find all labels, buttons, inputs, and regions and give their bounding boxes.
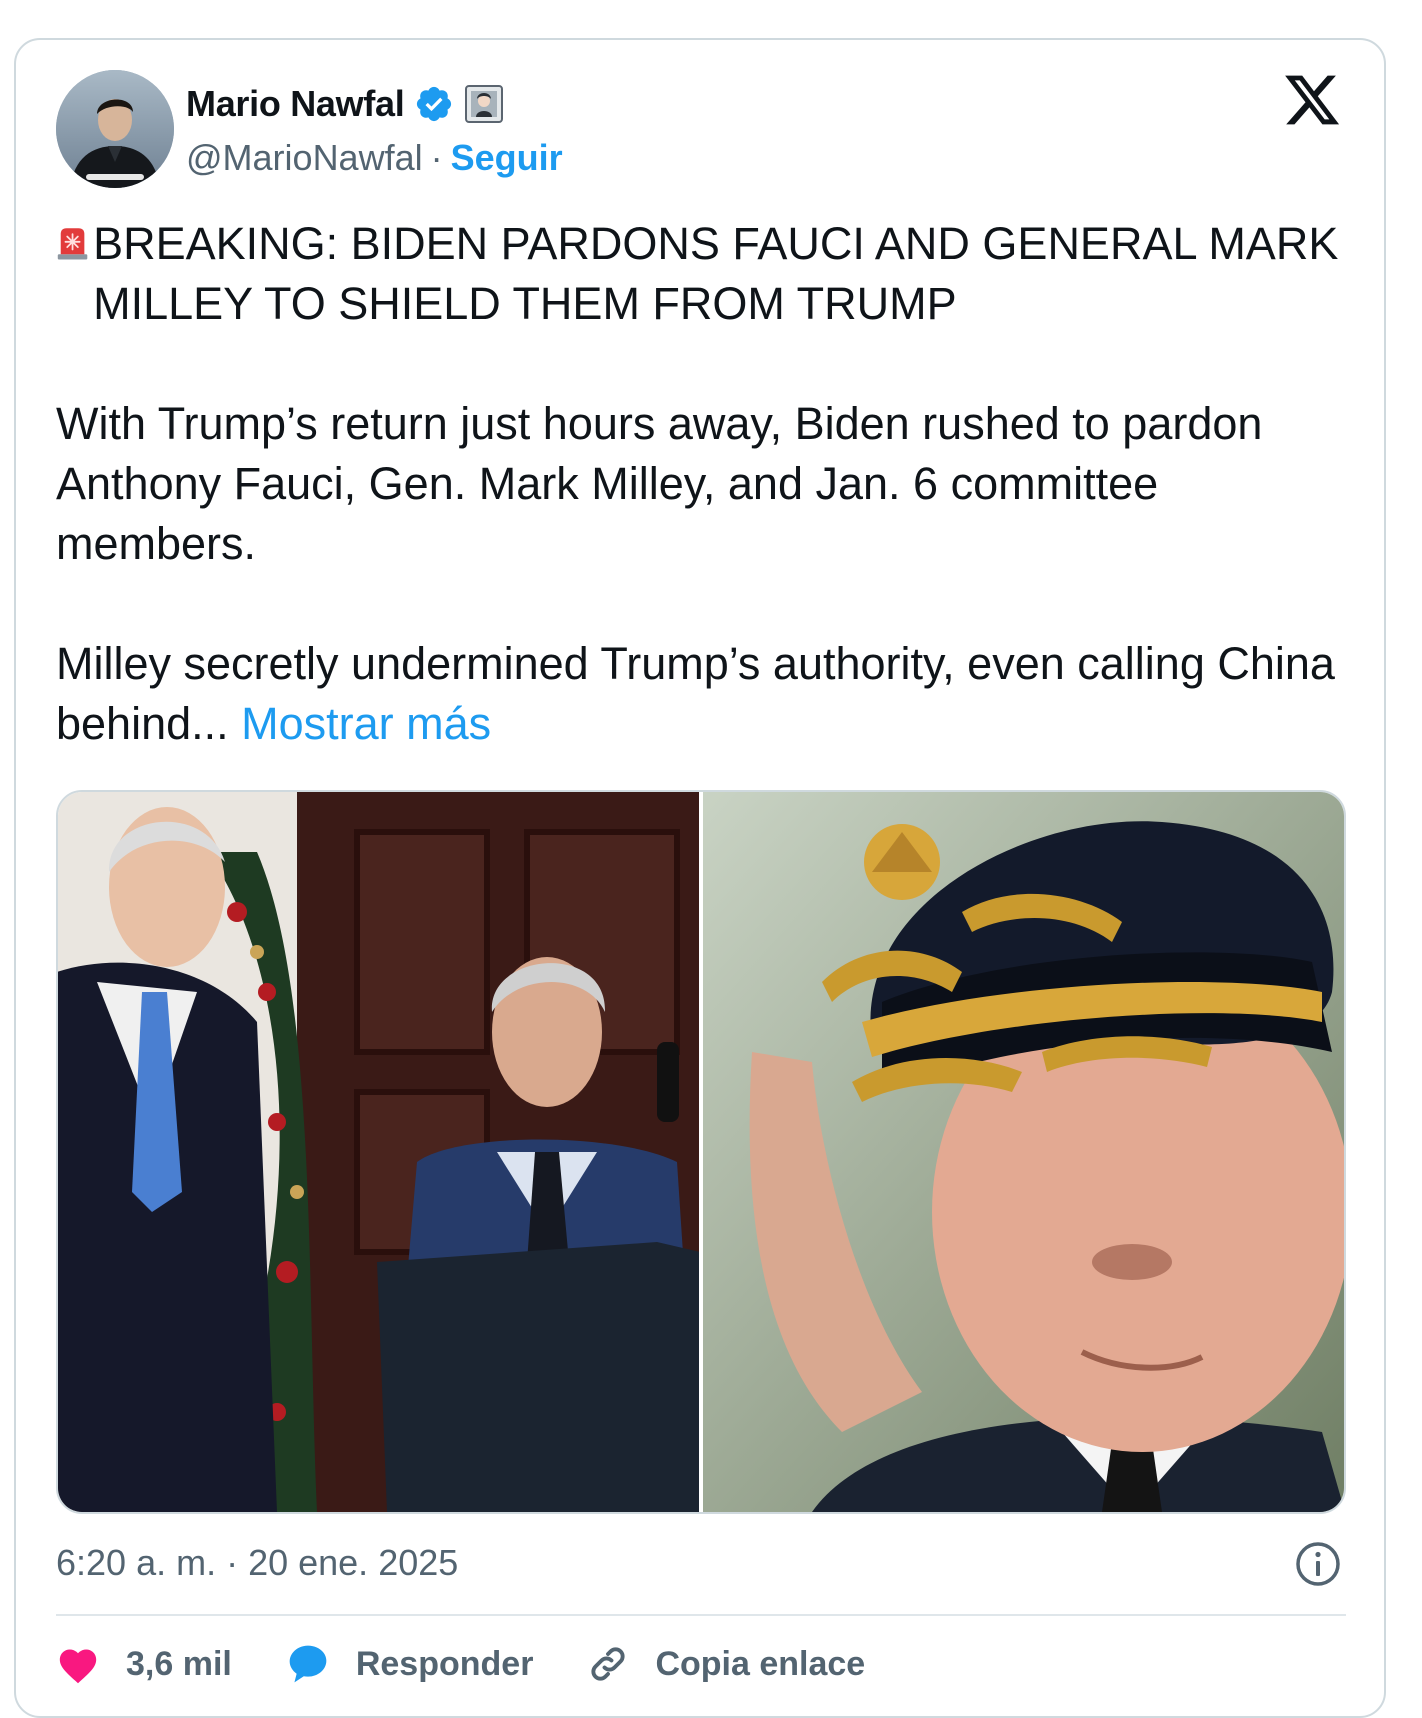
avatar-image	[56, 70, 174, 188]
author-handle-row: @MarioNawfal · Seguir	[186, 136, 563, 180]
tweet-headline: BREAKING: BIDEN PARDONS FAUCI AND GENERA…	[93, 218, 1339, 329]
reply-label: Responder	[355, 1644, 534, 1683]
like-count: 3,6 mil	[126, 1644, 232, 1683]
verified-badge-icon	[417, 86, 452, 122]
copy-link-button[interactable]: Copia enlace	[587, 1643, 865, 1685]
siren-emoji-icon	[57, 228, 88, 260]
photo-biden-fauci	[58, 792, 699, 1512]
show-more-link[interactable]: Mostrar más	[241, 698, 491, 749]
timestamp-text: 6:20 a. m. · 20 ene. 2025	[56, 1542, 459, 1583]
tweet-text: BREAKING: BIDEN PARDONS FAUCI AND GENERA…	[56, 214, 1346, 754]
info-icon[interactable]	[1294, 1540, 1342, 1588]
author-avatar[interactable]	[56, 70, 174, 188]
actions-divider	[56, 1614, 1346, 1616]
heart-icon	[59, 1649, 97, 1684]
author-name-row: Mario Nawfal	[186, 82, 504, 126]
handle-separator: ·	[430, 137, 443, 178]
tweet-paragraph-1: With Trump’s return just hours away, Bid…	[56, 398, 1263, 569]
tweet-paragraph-2-line: Milley secretly undermined Trump’s autho…	[56, 634, 1346, 754]
copy-link-label: Copia enlace	[655, 1644, 866, 1683]
author-name[interactable]: Mario Nawfal	[186, 83, 405, 125]
like-button[interactable]: 3,6 mil	[56, 1644, 232, 1684]
tweet-timestamp[interactable]: 6:20 a. m. · 20 ene. 2025	[56, 1538, 458, 1588]
affiliate-badge-icon	[465, 85, 504, 123]
media-photo-biden-fauci[interactable]	[58, 792, 699, 1512]
media-photo-milley[interactable]	[703, 792, 1344, 1512]
speech-bubble-icon	[289, 1645, 327, 1683]
x-logo-icon[interactable]	[1282, 70, 1342, 130]
author-handle[interactable]: @MarioNawfal	[186, 137, 423, 179]
photo-milley	[703, 792, 1344, 1512]
tweet-headline-line: BREAKING: BIDEN PARDONS FAUCI AND GENERA…	[56, 214, 1346, 334]
tweet-actions: 3,6 mil Responder Copia enlace	[56, 1636, 919, 1692]
follow-button[interactable]: Seguir	[451, 137, 563, 179]
link-icon	[591, 1647, 626, 1681]
reply-button[interactable]: Responder	[286, 1642, 534, 1686]
tweet-media	[56, 790, 1346, 1514]
